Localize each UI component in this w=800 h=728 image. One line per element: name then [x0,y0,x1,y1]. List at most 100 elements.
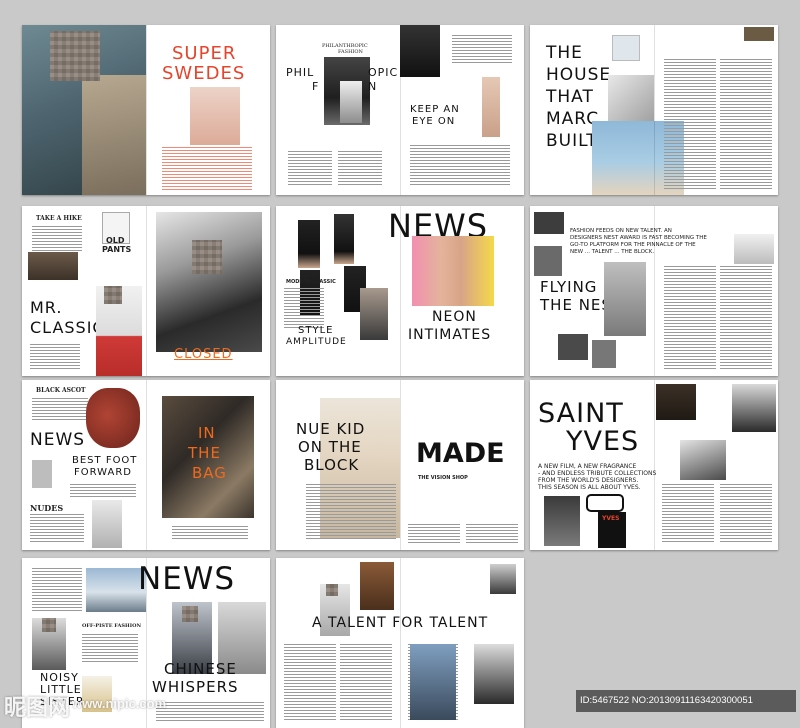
intro-line-4: NEW ... TALENT ... THE BLOCK. [570,249,655,255]
headline-line-1: MR. [30,298,63,317]
spread-news-in-the-bag: BLACK ASCOT NEWS BEST FOOT FORWARD NUDES… [22,380,270,550]
photo-glasses [586,494,624,512]
photo-woman-blonde [190,87,240,145]
tag-line-2: PANTS [102,245,132,254]
body-text-col-2 [720,59,772,189]
headline-fragment-2: OPIC [368,66,399,79]
tag-line-1: STYLE [298,325,334,336]
overlay-line-3: BAG [192,464,227,482]
kicker: TAKE A HIKE [36,215,82,222]
body-text-col-1 [284,644,336,722]
intro-text [32,568,82,612]
body-text-overlay [306,484,396,540]
photo-bw-model [732,384,776,432]
photo-shoe-small [32,460,52,488]
photo-reclining [680,440,726,480]
side-label: NUDES [30,503,64,513]
headline-line-5: BUILT [546,131,598,151]
photo-frame-small [612,35,640,61]
photo-woman-dark [474,644,514,704]
sub-headline-1: NEON [432,309,477,325]
photo-runway-grey [604,262,646,336]
headline-fragment-4: N [368,80,378,93]
photo-bw-small [490,564,516,594]
photo-parka-man [156,212,262,352]
kicker-line-2: FASHION [338,49,363,55]
intro-line-1: FASHION FEEDS ON NEW TALENT. AN [570,228,672,234]
headline-line-1: SUPER [172,43,237,64]
pixelated-face [50,31,100,81]
body-text-mid [82,634,138,664]
body-text-mid [70,484,136,498]
photo-underwear-models [412,236,494,306]
body-text-col-1 [664,59,716,189]
closed-label: CLOSED [174,347,233,362]
page-fold [146,25,147,195]
watermark-logo: 昵图网 [4,690,70,722]
photo-shirt [82,75,146,195]
headline-line-1: SAINT [538,398,624,429]
body-text-bottom [30,514,84,544]
body-text-col-2 [720,484,772,544]
headline-line-3: THAT [546,87,594,107]
body-text-left [288,151,332,187]
pixelated-face [104,286,122,304]
caption-text [172,526,248,540]
body-text-col-1 [664,266,716,370]
sub-headline-2: INTIMATES [408,327,492,343]
pixelated-face [326,584,338,596]
photo-small-left [534,246,562,276]
kicker: OFF-PISTE FASHION [82,623,142,629]
page-fold [146,380,147,550]
page-fold [654,380,655,550]
page-fold [654,25,655,195]
headline-line-1: FLYING [540,278,598,296]
photo-sink [734,234,774,264]
watermark-id-text: ID:5467522 NO:20130911163420300051 [580,695,753,706]
watermark-url: www.nipic.com [72,696,167,711]
sub-headline-1: BEST FOOT [72,455,138,466]
spread-house-that-marc-built: THE HOUSE THAT MARC BUILT [530,25,778,195]
spread-a-talent-for-talent: A TALENT FOR TALENT [276,558,524,728]
spread-flying-the-nest: FASHION FEEDS ON NEW TALENT. AN DESIGNER… [530,206,778,376]
photo-block-bottom-2 [592,340,616,368]
photo-model-legs [482,77,500,137]
headline-line-3: BLOCK [304,456,360,474]
spread-nue-kid-made: NUE KID ON THE BLOCK MADE THE VISION SHO… [276,380,524,550]
page-fold [400,558,401,728]
body-text-col-1 [662,484,714,544]
sub-headline-2: FORWARD [74,467,132,478]
right-kicker: THE VISION SHOP [418,475,468,481]
photo-shoes [28,252,78,280]
headline-line-2: CLASSIC [30,318,105,337]
spread-mr-classic: TAKE A HIKE OLD PANTS MR. CLASSIC CLOSED [22,206,270,376]
headline: NEWS [30,430,86,450]
photo-grid-dark [534,212,564,234]
photo-block-bottom [558,334,588,360]
red-body-text [162,147,252,191]
headline-line-2: HOUSE [546,65,612,85]
kicker: MODERN CLASSIC [286,279,336,285]
spread-philanthropic-fashion: PHILANTHROPIC FASHION PHIL OPIC F N KEEP… [276,25,524,195]
body-text-right-1 [408,524,460,544]
body-text-top-right [452,35,512,65]
body-text-col-2 [720,266,772,370]
body-text-right [410,145,510,185]
side-headline-2: EYE ON [412,116,456,127]
body-text-bottom-left [30,344,80,370]
headline-line-2: YVES [566,426,640,457]
intro-line-3: GO-TO PLATFORM FOR THE PINNACLE OF THE [570,242,696,248]
headline-line-1: THE [546,43,583,63]
sub-headline-2: WHISPERS [152,678,239,696]
photo-black-outfit [400,25,440,77]
right-headline: MADE [416,438,505,469]
photo-jacket-woman [360,288,388,340]
left-headline-1: NOISY [40,671,79,684]
pixelated-face [42,618,56,632]
yves-label: YVES [602,515,620,522]
page-fold [654,206,655,376]
photo-ysl-portrait [544,496,580,546]
photo-black-dress-2 [334,214,354,264]
body-text-left [284,288,324,328]
watermark-logo-text: 昵图网 [4,695,71,720]
